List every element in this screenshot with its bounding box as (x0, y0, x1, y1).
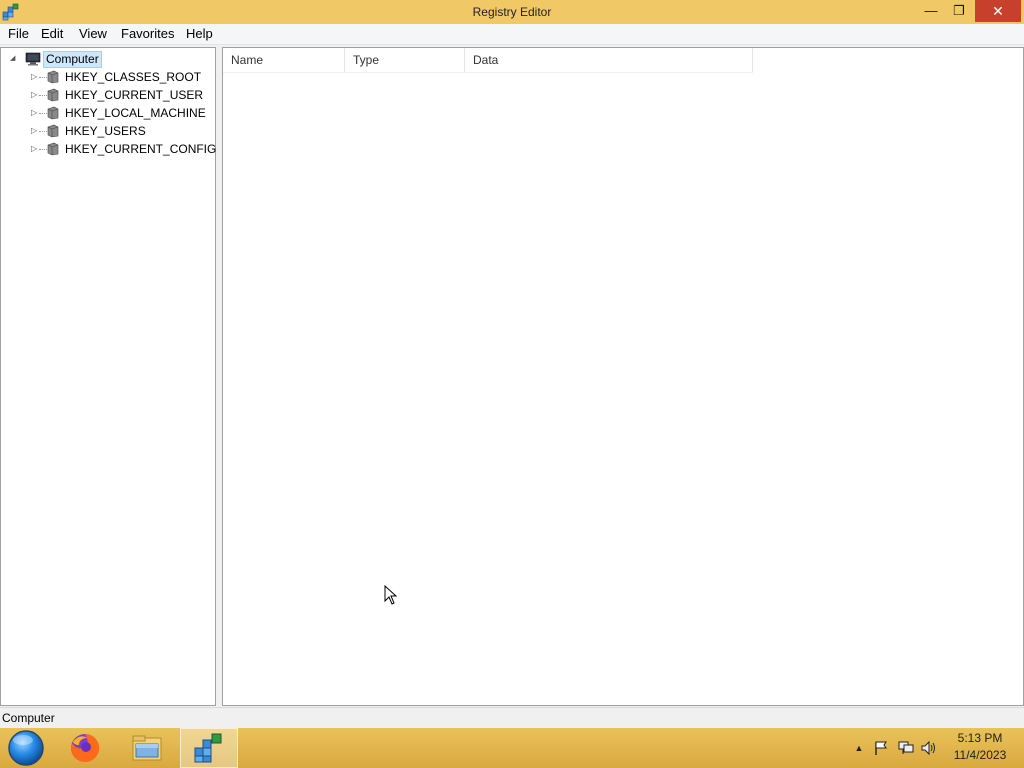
list-header: Name Type Data (223, 48, 1023, 73)
registry-values-pane[interactable]: Name Type Data (222, 47, 1024, 706)
action-center-flag-icon[interactable] (872, 740, 890, 756)
folder-icon (132, 735, 162, 761)
show-hidden-icons-button[interactable]: ▲ (850, 740, 868, 756)
menu-favorites[interactable]: Favorites (115, 24, 180, 44)
clock-date: 11/4/2023 (953, 748, 1007, 762)
column-header-type[interactable]: Type (345, 48, 465, 72)
client-area: ◢ Computer ▷ HKEY_CLASSES_ROOT ▷ HKEY_CU… (0, 45, 1024, 707)
mouse-cursor-icon (384, 585, 398, 605)
menu-edit[interactable]: Edit (35, 24, 69, 44)
computer-icon (25, 52, 41, 66)
regedit-icon (194, 733, 222, 763)
firefox-taskbar-button[interactable] (56, 728, 114, 768)
registry-editor-taskbar-button[interactable] (180, 728, 238, 768)
tree-item-hkey-current-user[interactable]: ▷ HKEY_CURRENT_USER (1, 86, 213, 104)
volume-icon[interactable] (920, 740, 938, 756)
taskbar: ▲ 5:13 PM 11/4/2023 (0, 728, 1024, 768)
registry-tree-pane[interactable]: ◢ Computer ▷ HKEY_CLASSES_ROOT ▷ HKEY_CU… (0, 47, 216, 706)
taskbar-clock[interactable]: 5:13 PM 11/4/2023 (944, 730, 1016, 764)
tree-item-hkey-users[interactable]: ▷ HKEY_USERS (1, 122, 213, 140)
tree-item-hkey-classes-root[interactable]: ▷ HKEY_CLASSES_ROOT (1, 68, 213, 86)
title-bar[interactable]: Registry Editor — ❐ ✕ (0, 0, 1024, 24)
start-orb-icon (8, 730, 44, 766)
firefox-icon (71, 733, 100, 762)
minimize-button[interactable]: — (918, 0, 944, 22)
maximize-button[interactable]: ❐ (946, 0, 972, 22)
tree-label-hkey-classes-root[interactable]: HKEY_CLASSES_ROOT (65, 68, 201, 86)
registry-hive-icon (47, 106, 59, 120)
clock-time: 5:13 PM (957, 731, 1003, 745)
window-title: Registry Editor (472, 5, 552, 19)
registry-hive-icon (47, 88, 59, 102)
start-button[interactable] (0, 728, 58, 768)
menu-help[interactable]: Help (180, 24, 219, 44)
registry-hive-icon (47, 70, 59, 84)
menu-file[interactable]: File (2, 24, 35, 44)
tree-item-hkey-local-machine[interactable]: ▷ HKEY_LOCAL_MACHINE (1, 104, 213, 122)
tree-label-hkey-current-config[interactable]: HKEY_CURRENT_CONFIG (65, 140, 216, 158)
menu-bar: File Edit View Favorites Help (0, 24, 1024, 45)
close-button[interactable]: ✕ (975, 0, 1021, 22)
status-bar: Computer (0, 707, 1024, 728)
registry-hive-icon (47, 124, 59, 138)
column-header-data[interactable]: Data (465, 48, 753, 72)
tree-label-computer[interactable]: Computer (43, 51, 102, 68)
network-icon[interactable] (897, 740, 915, 756)
tree-item-computer[interactable]: ◢ Computer (1, 50, 213, 68)
file-explorer-taskbar-button[interactable] (118, 728, 176, 768)
tree-label-hkey-current-user[interactable]: HKEY_CURRENT_USER (65, 86, 203, 104)
tree-label-hkey-local-machine[interactable]: HKEY_LOCAL_MACHINE (65, 104, 206, 122)
tree-item-hkey-current-config[interactable]: ▷ HKEY_CURRENT_CONFIG (1, 140, 216, 158)
tree-label-hkey-users[interactable]: HKEY_USERS (65, 122, 146, 140)
collapse-arrow-icon[interactable]: ◢ (10, 50, 20, 68)
header-divider (223, 72, 753, 73)
column-header-name[interactable]: Name (223, 48, 345, 72)
menu-view[interactable]: View (73, 24, 113, 44)
registry-hive-icon (47, 142, 59, 156)
status-path: Computer (2, 711, 55, 725)
